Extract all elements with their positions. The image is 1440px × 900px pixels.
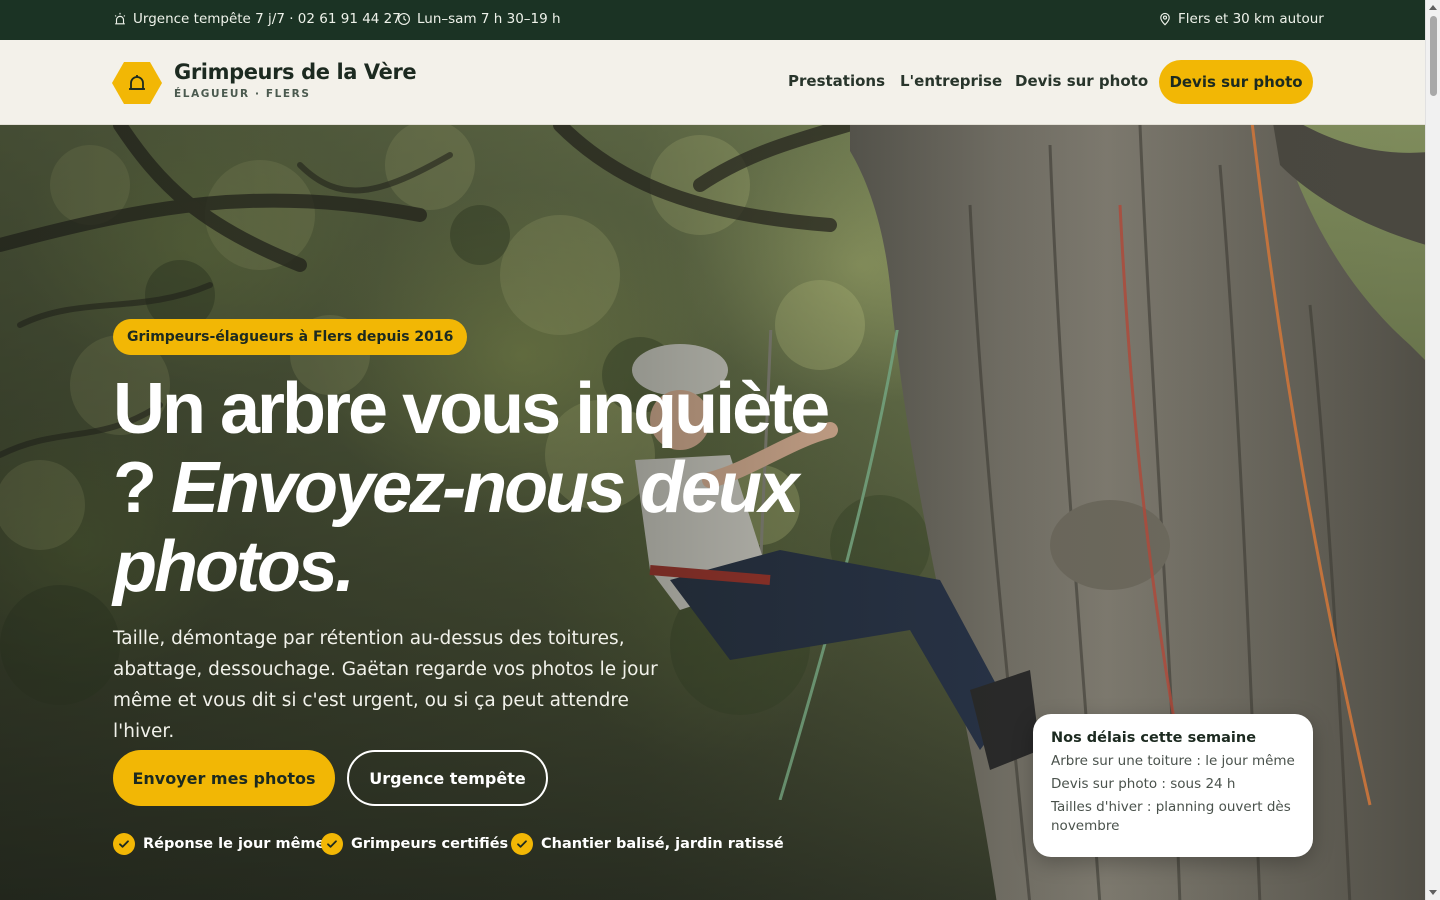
- hero-section: Grimpeurs-élagueurs à Flers depuis 2016 …: [0, 125, 1425, 900]
- topbar-emergency[interactable]: Urgence tempête 7 j/7 · 02 61 91 44 27: [113, 11, 401, 27]
- delays-card: Nos délais cette semaine Arbre sur une t…: [1033, 714, 1313, 857]
- trust-item: Grimpeurs certifiés: [321, 833, 508, 855]
- check-icon: [113, 833, 135, 855]
- clock-icon: [398, 13, 410, 25]
- nav-devis-photo[interactable]: Devis sur photo: [1015, 72, 1148, 90]
- trust-item-label: Grimpeurs certifiés: [351, 836, 509, 852]
- top-bar: Urgence tempête 7 j/7 · 02 61 91 44 27 L…: [0, 0, 1425, 40]
- trust-item: Chantier balisé, jardin ratissé: [511, 833, 784, 855]
- hero-title-emphasis: Envoyez-nous deux photos.: [113, 448, 799, 607]
- topbar-emergency-text: Urgence tempête 7 j/7 · 02 61 91 44 27: [133, 11, 401, 27]
- trust-item-label: Chantier balisé, jardin ratissé: [541, 836, 784, 852]
- trust-item: Réponse le jour même: [113, 833, 325, 855]
- nav-prestations[interactable]: Prestations: [788, 72, 885, 90]
- topbar-area: Flers et 30 km autour: [1158, 11, 1324, 27]
- topbar-hours: Lun–sam 7 h 30–19 h: [397, 11, 561, 27]
- scroll-down-arrow-icon[interactable]: [1429, 890, 1437, 895]
- brand-name[interactable]: Grimpeurs de la Vère: [174, 60, 417, 84]
- topbar-hours-text: Lun–sam 7 h 30–19 h: [417, 11, 561, 27]
- hexagon-bell-logo[interactable]: [112, 61, 162, 105]
- brand-subtitle: ÉLAGUEUR · FLERS: [174, 88, 311, 100]
- nav-cta-devis-button[interactable]: Devis sur photo: [1159, 60, 1313, 104]
- hero-badge: Grimpeurs-élagueurs à Flers depuis 2016: [113, 319, 468, 355]
- storm-emergency-button[interactable]: Urgence tempête: [347, 750, 548, 806]
- page-scrollbar[interactable]: [1425, 0, 1440, 900]
- map-pin-icon: [1160, 12, 1170, 26]
- delay-line: Tailles d'hiver : planning ouvert dès no…: [1051, 799, 1291, 834]
- delay-line: Devis sur photo : sous 24 h: [1051, 776, 1236, 792]
- alarm-light-icon: [114, 12, 126, 25]
- check-icon: [321, 833, 343, 855]
- site-header: Grimpeurs de la Vère ÉLAGUEUR · FLERS Pr…: [0, 40, 1425, 125]
- send-photos-button[interactable]: Envoyer mes photos: [113, 750, 335, 806]
- delays-title: Nos délais cette semaine: [1051, 730, 1257, 746]
- hero-lead: Taille, démontage par rétention au-dessu…: [113, 628, 658, 742]
- scroll-up-arrow-icon[interactable]: [1429, 5, 1437, 10]
- nav-entreprise[interactable]: L'entreprise: [900, 72, 1002, 90]
- topbar-area-text: Flers et 30 km autour: [1178, 11, 1324, 27]
- delay-line: Arbre sur une toiture : le jour même: [1051, 753, 1295, 769]
- scroll-thumb[interactable]: [1430, 16, 1437, 96]
- trust-item-label: Réponse le jour même: [143, 836, 326, 852]
- hero-title: Un arbre vous inquiète ? Envoyez-nous de…: [113, 370, 853, 607]
- check-icon: [511, 833, 533, 855]
